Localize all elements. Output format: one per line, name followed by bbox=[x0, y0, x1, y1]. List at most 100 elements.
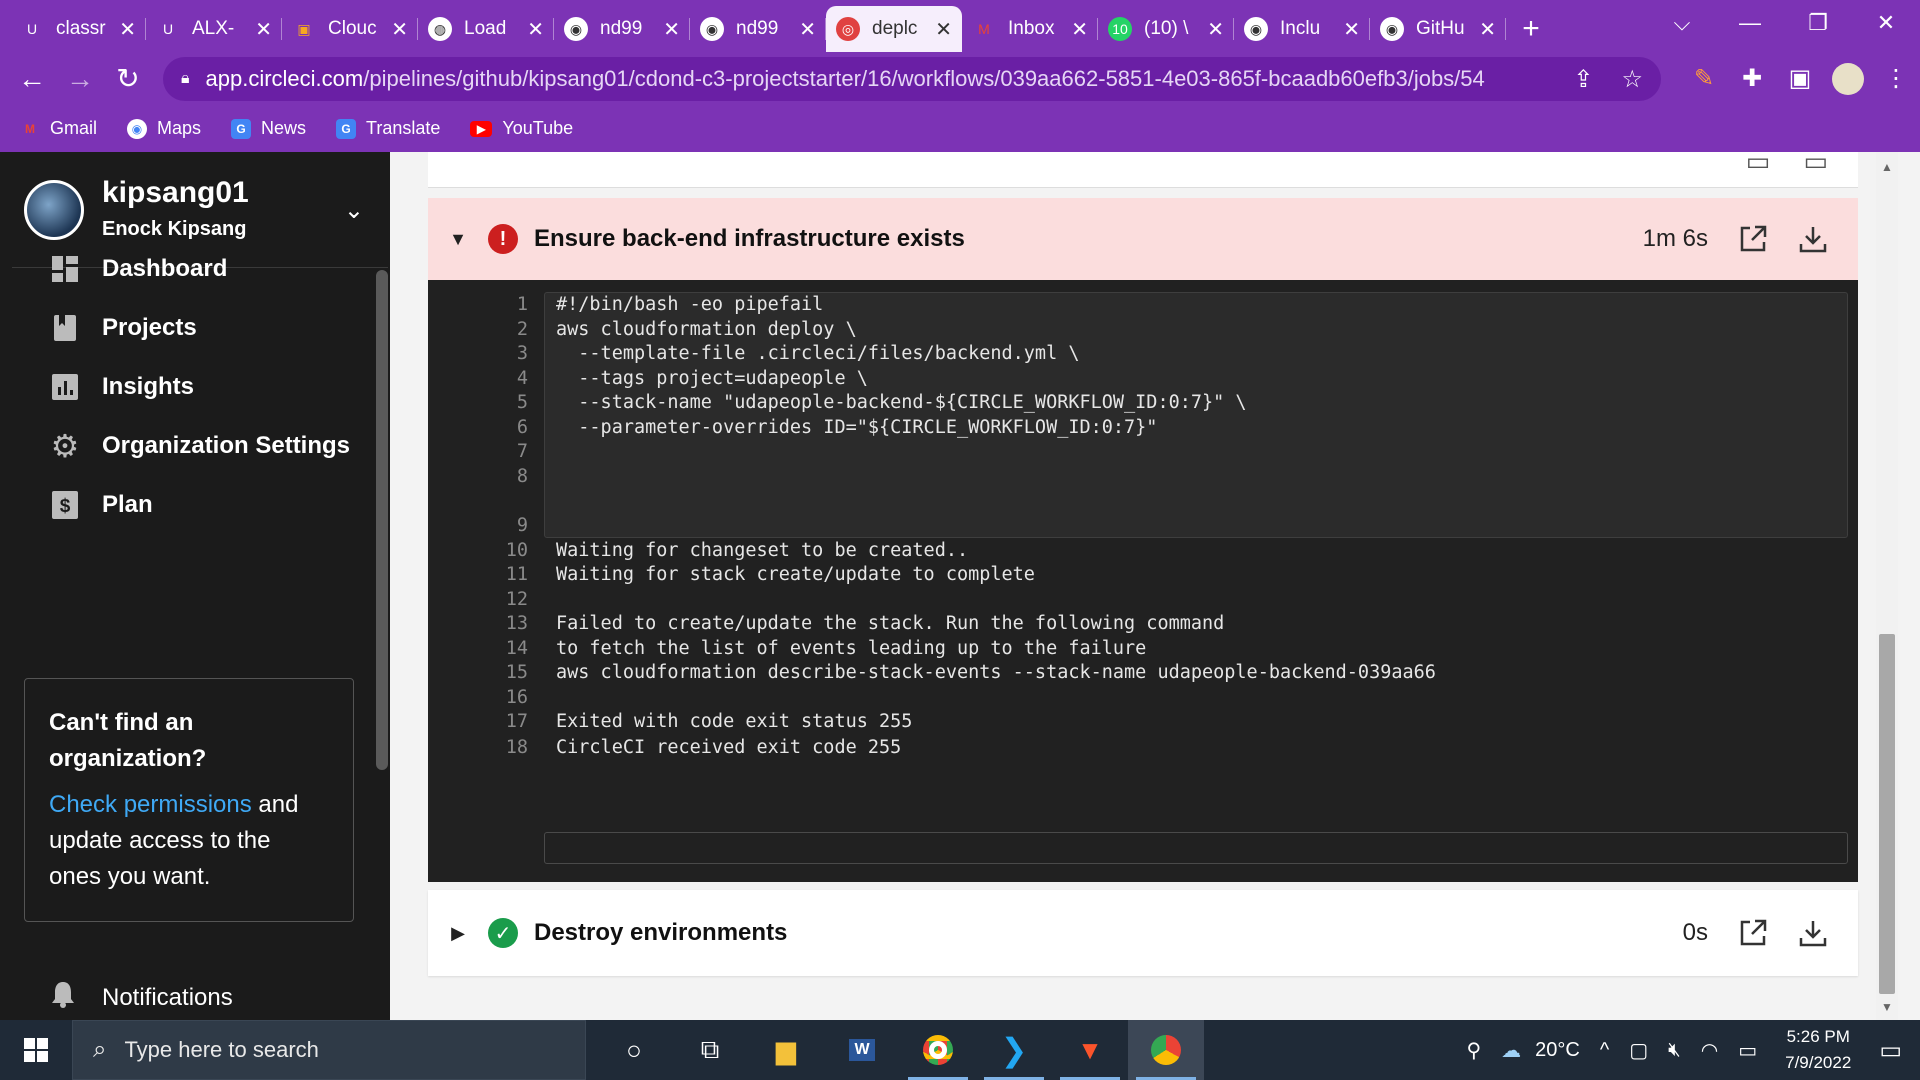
sidebar: kipsang01 Enock Kipsang ⌄ Dashboard Proj… bbox=[0, 152, 390, 1020]
main-scrollbar[interactable]: ▲ ▼ bbox=[1876, 152, 1898, 1020]
browser-tab[interactable]: ▣ Clouc ✕ bbox=[282, 6, 418, 52]
close-tab-icon[interactable]: ✕ bbox=[527, 17, 544, 42]
scroll-thumb[interactable] bbox=[1879, 634, 1895, 994]
browser-tab[interactable]: Uclassr ✕ bbox=[10, 6, 146, 52]
url-bar[interactable]: 🔒︎ app.circleci.com/pipelines/github/kip… bbox=[163, 57, 1661, 101]
people-icon[interactable]: ⚲ bbox=[1467, 1038, 1482, 1063]
cortana-icon[interactable]: ○ bbox=[596, 1020, 672, 1080]
bookmark-translate[interactable]: G Translate bbox=[336, 118, 440, 139]
close-tab-icon[interactable]: ✕ bbox=[119, 17, 136, 42]
meet-icon[interactable]: ▢ bbox=[1629, 1038, 1648, 1063]
profile-avatar[interactable] bbox=[1832, 62, 1864, 95]
failed-step-header[interactable]: ▼ ! Ensure back-end infrastructure exist… bbox=[428, 198, 1858, 280]
windows-start-icon[interactable] bbox=[0, 1020, 72, 1080]
tab-label: deplc bbox=[872, 18, 918, 39]
chevron-down-icon[interactable]: ⌄ bbox=[344, 196, 364, 225]
minimize-icon[interactable]: — bbox=[1716, 10, 1784, 36]
check-permissions-link[interactable]: Check permissions bbox=[49, 791, 252, 818]
clock[interactable]: 5:26 PM 7/9/2022 bbox=[1785, 1024, 1851, 1076]
close-tab-icon[interactable]: ✕ bbox=[1071, 17, 1088, 42]
brave-icon[interactable]: ▼ bbox=[1052, 1020, 1128, 1080]
chrome-icon[interactable] bbox=[900, 1020, 976, 1080]
bar-chart-icon bbox=[50, 372, 80, 402]
browser-tab[interactable]: 10 (10) \ ✕ bbox=[1098, 6, 1234, 52]
browser-tab[interactable]: ◎ deplc ✕ bbox=[826, 6, 962, 52]
sidebar-item-label: Insights bbox=[102, 373, 195, 400]
pen-extension-icon[interactable]: ✎ bbox=[1680, 64, 1728, 93]
wifi-icon[interactable]: ◠ bbox=[1701, 1038, 1718, 1063]
download-icon[interactable]: ▭ bbox=[1803, 152, 1828, 176]
scroll-up-icon[interactable]: ▲ bbox=[1881, 160, 1893, 174]
bell-icon bbox=[50, 980, 80, 1015]
notification-center-icon[interactable]: ▭ bbox=[1879, 1036, 1902, 1065]
close-tab-icon[interactable]: ✕ bbox=[391, 17, 408, 42]
close-tab-icon[interactable]: ✕ bbox=[255, 17, 272, 42]
udacity-icon: U bbox=[26, 21, 38, 37]
restore-icon[interactable]: ❐ bbox=[1784, 10, 1852, 36]
bookmark-star-icon[interactable]: ☆ bbox=[1621, 65, 1643, 94]
vscode-icon[interactable]: ❯ bbox=[976, 1020, 1052, 1080]
lock-icon[interactable]: 🔒︎ bbox=[181, 70, 190, 88]
browser-tab[interactable]: U ALX- ✕ bbox=[146, 6, 282, 52]
sidebar-scrollbar[interactable] bbox=[376, 270, 388, 770]
sidebar-item-projects[interactable]: Projects bbox=[50, 313, 197, 343]
youtube-icon: ▶ bbox=[470, 120, 493, 137]
browser-tab[interactable]: M Inbox ✕ bbox=[962, 6, 1098, 52]
weather-temp[interactable]: 20°C bbox=[1535, 1039, 1580, 1062]
chrome-profile-icon[interactable] bbox=[1128, 1020, 1204, 1080]
taskbar-search[interactable]: ⌕ Type here to search bbox=[72, 1020, 586, 1080]
caret-right-icon[interactable]: ▶ bbox=[428, 923, 488, 944]
org-switcher[interactable]: kipsang01 Enock Kipsang ⌄ bbox=[12, 152, 388, 268]
previous-step-card[interactable]: ▭ ▭ bbox=[428, 152, 1858, 188]
scroll-down-icon[interactable]: ▼ bbox=[1881, 1000, 1893, 1014]
sidebar-item-dashboard[interactable]: Dashboard bbox=[50, 254, 227, 284]
extensions-puzzle-icon[interactable]: ✚ bbox=[1728, 64, 1776, 93]
download-icon[interactable] bbox=[1798, 224, 1828, 254]
download-icon[interactable] bbox=[1798, 918, 1828, 948]
success-step-card[interactable]: ▶ ✓ Destroy environments 0s bbox=[428, 890, 1858, 976]
close-tab-icon[interactable]: ✕ bbox=[1343, 17, 1360, 42]
caret-down-icon[interactable]: ▼ bbox=[428, 229, 488, 250]
line-number: 18 bbox=[505, 737, 528, 758]
sidebar-item-notifications[interactable]: Notifications bbox=[50, 980, 233, 1015]
close-tab-icon[interactable]: ✕ bbox=[1479, 17, 1496, 42]
forward-icon[interactable]: → bbox=[56, 63, 104, 95]
sidebar-item-insights[interactable]: Insights bbox=[50, 372, 194, 402]
bookmark-gmail[interactable]: M Gmail bbox=[20, 118, 97, 139]
tab-search-icon[interactable]: ⌵ bbox=[1648, 10, 1716, 36]
menu-kebab-icon[interactable]: ⋮ bbox=[1872, 64, 1920, 93]
step-output-console[interactable]: 1 #!/bin/bash -eo pipefail 2 aws cloudforma… bbox=[428, 280, 1858, 882]
close-tab-icon[interactable]: ✕ bbox=[799, 17, 816, 42]
browser-tab[interactable]: ◍ Load ✕ bbox=[418, 6, 554, 52]
chevron-up-icon[interactable]: ^ bbox=[1600, 1039, 1609, 1062]
browser-tab[interactable]: ◉ GitHu ✕ bbox=[1370, 6, 1506, 52]
user-avatar bbox=[24, 180, 84, 240]
bookmark-youtube[interactable]: ▶ YouTube bbox=[470, 118, 573, 139]
task-view-icon[interactable]: ⧉ bbox=[672, 1020, 748, 1080]
weather-icon[interactable]: ☁ bbox=[1501, 1038, 1521, 1063]
file-explorer-icon[interactable]: ▆ bbox=[748, 1020, 824, 1080]
back-icon[interactable]: ← bbox=[8, 63, 56, 95]
close-tab-icon[interactable]: ✕ bbox=[1207, 17, 1224, 42]
browser-tab[interactable]: ◉ nd99 ✕ bbox=[690, 6, 826, 52]
open-external-icon[interactable]: ▭ bbox=[1746, 152, 1771, 176]
browser-tab[interactable]: ◉ Inclu ✕ bbox=[1234, 6, 1370, 52]
browser-tab[interactable]: ◉ nd99 ✕ bbox=[554, 6, 690, 52]
new-tab-button[interactable]: + bbox=[1506, 6, 1556, 52]
volume-muted-icon[interactable]: 🔇︎ bbox=[1668, 1039, 1681, 1062]
bookmark-maps[interactable]: ◉ Maps bbox=[127, 118, 201, 139]
word-icon[interactable]: W bbox=[824, 1020, 900, 1080]
sidebar-item-organization-settings[interactable]: ⚙ Organization Settings bbox=[50, 428, 350, 464]
reload-icon[interactable]: ↻ bbox=[104, 62, 152, 95]
close-window-icon[interactable]: ✕ bbox=[1852, 10, 1920, 36]
sidebar-item-plan[interactable]: $ Plan bbox=[50, 490, 153, 520]
close-tab-icon[interactable]: ✕ bbox=[935, 17, 952, 42]
close-tab-icon[interactable]: ✕ bbox=[663, 17, 680, 42]
bookmark-news[interactable]: G News bbox=[231, 118, 306, 139]
open-external-icon[interactable] bbox=[1738, 224, 1768, 254]
side-panel-icon[interactable]: ▣ bbox=[1776, 64, 1824, 93]
share-icon[interactable]: ⇪ bbox=[1573, 65, 1593, 94]
battery-icon[interactable]: ▭ bbox=[1738, 1038, 1757, 1063]
tab-label: nd99 bbox=[736, 18, 779, 39]
open-external-icon[interactable] bbox=[1738, 918, 1768, 948]
